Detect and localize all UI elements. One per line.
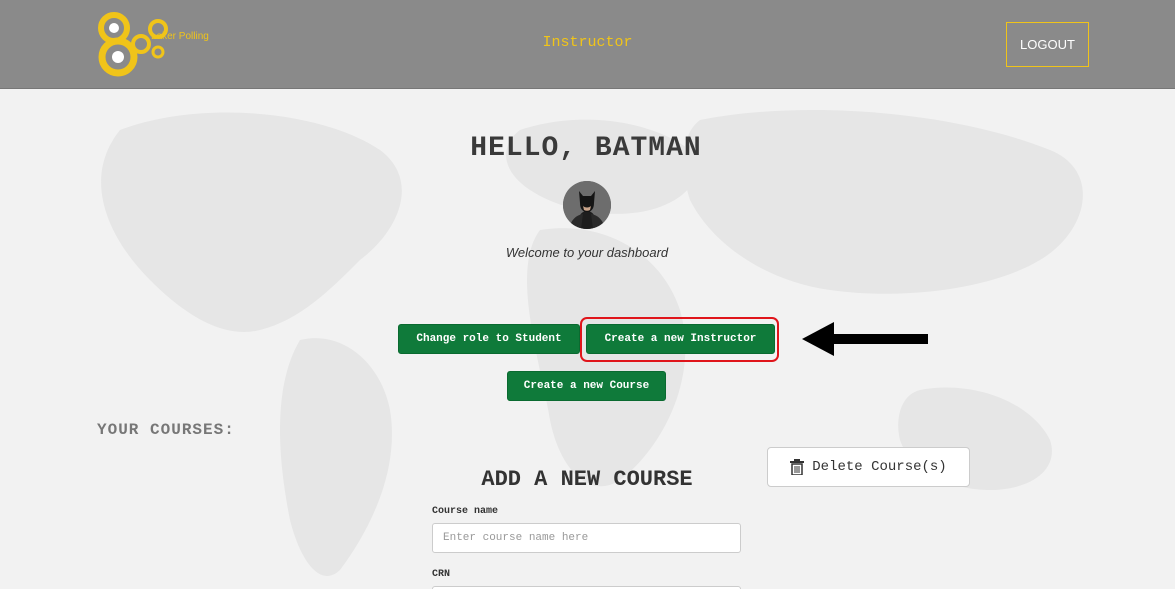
greeting-title: HELLO, BATMAN [470, 133, 702, 164]
welcome-message: Welcome to your dashboard [505, 245, 669, 260]
add-course-title: ADD A NEW COURSE [481, 467, 693, 492]
logo-icon[interactable] [96, 8, 206, 80]
create-course-button[interactable]: Create a new Course [507, 371, 666, 401]
logout-button[interactable]: LOGOUT [1006, 22, 1089, 67]
course-name-label: Course name [432, 506, 499, 517]
crn-label: CRN [432, 569, 451, 580]
top-navbar: Laker Polling Instructor LOGOUT [0, 0, 1175, 89]
arrow-icon [802, 322, 928, 356]
change-role-button[interactable]: Change role to Student [398, 324, 580, 354]
delete-courses-button[interactable]: Delete Course(s) [767, 447, 970, 487]
trash-icon [790, 459, 805, 475]
delete-courses-label: Delete Course(s) [812, 459, 947, 475]
avatar [563, 181, 611, 229]
your-courses-heading: YOUR COURSES: [97, 421, 235, 439]
course-name-input[interactable] [432, 523, 741, 553]
create-instructor-button[interactable]: Create a new Instructor [586, 324, 775, 354]
page-role-title: Instructor [542, 34, 633, 51]
avatar-image [563, 181, 611, 229]
logo-text: Laker Polling [151, 31, 209, 42]
